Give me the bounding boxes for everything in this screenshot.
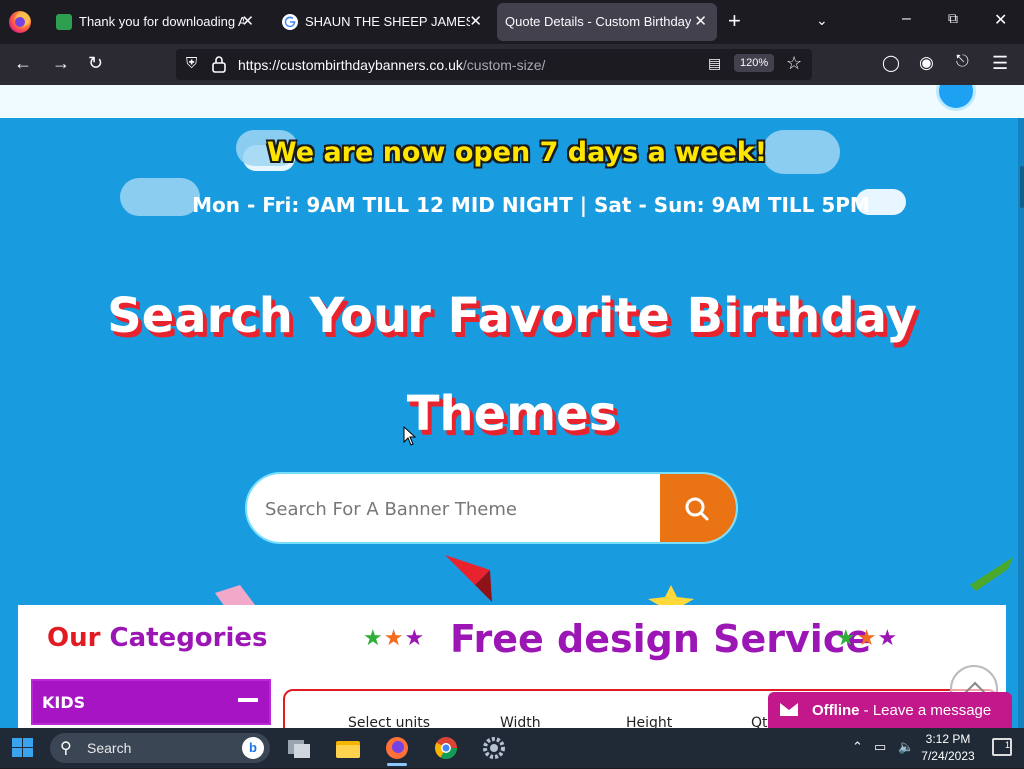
tracking-shield-icon[interactable]: ⛨	[186, 55, 197, 72]
restore-icon[interactable]: ⧉	[948, 10, 958, 27]
task-view-icon[interactable]	[280, 732, 320, 764]
theme-search-box	[245, 472, 738, 544]
hero-line-1: Search Your Favorite Birthday	[107, 288, 917, 344]
taskbar-search[interactable]: ⚲ Search b	[50, 733, 270, 763]
live-chat-offline-button[interactable]: Offline - Leave a message	[768, 692, 1012, 728]
pocket-icon[interactable]: ◯	[882, 53, 900, 73]
taskbar-search-label: Search	[87, 740, 132, 756]
back-arrow-icon[interactable]: ←	[14, 53, 32, 74]
windows-start-icon[interactable]	[12, 738, 34, 758]
google-favicon-icon	[282, 14, 298, 30]
select-units-header: Select units	[348, 715, 431, 728]
confetti-decoration	[215, 585, 255, 607]
navigation-toolbar: ← → ↻ ⛨ https://custombirthdaybanners.co…	[0, 44, 1024, 85]
top-header-strip	[0, 85, 1024, 118]
menu-hamburger-icon[interactable]: ☰	[992, 53, 1008, 74]
close-window-icon[interactable]: ✕	[994, 10, 1007, 30]
open-days-banner: We are now open 7 days a week!	[266, 137, 768, 168]
file-explorer-icon[interactable]	[328, 732, 368, 764]
url-text[interactable]: https://custombirthdaybanners.co.uk/cust…	[238, 57, 545, 73]
theme-search-input[interactable]	[265, 494, 645, 524]
list-all-tabs-chevron-icon[interactable]: ⌄	[816, 12, 828, 29]
mouse-cursor-icon	[403, 426, 417, 446]
search-icon: ⚲	[60, 740, 72, 757]
firefox-taskbar-icon[interactable]	[377, 732, 417, 766]
free-design-title: Free design Service	[450, 617, 872, 661]
search-button[interactable]	[660, 474, 736, 542]
close-tab-icon[interactable]: ✕	[469, 12, 482, 30]
category-kids[interactable]: KIDS	[31, 679, 271, 725]
notification-center-icon[interactable]: 1	[992, 738, 1012, 756]
forward-arrow-icon[interactable]: →	[52, 53, 70, 74]
close-tab-icon[interactable]: ✕	[694, 12, 707, 30]
windows-taskbar: ⚲ Search b ⌃ ▭ 🔈 3:12 PM 7/24/2023 1	[0, 728, 1024, 768]
minimize-icon[interactable]: –	[902, 10, 911, 28]
categories-title: Our Categories	[47, 623, 268, 653]
reload-icon[interactable]: ↻	[88, 53, 103, 74]
opening-hours: Mon - Fri: 9AM TILL 12 MID NIGHT | Sat -…	[192, 193, 870, 217]
tab-shaun-the-sheep[interactable]: SHAUN THE SHEEP JAMES BIRH ✕	[270, 3, 492, 41]
hero-line-2: Themes	[406, 386, 618, 442]
tab-title: Quote Details - Custom Birthday Ba	[505, 14, 691, 29]
firefox-icon[interactable]	[9, 11, 31, 33]
search-icon	[685, 497, 709, 521]
close-tab-icon[interactable]: ✕	[241, 12, 254, 30]
bookmark-star-icon[interactable]: ☆	[786, 53, 802, 74]
network-icon[interactable]: ▭	[874, 739, 886, 755]
tab-title: SHAUN THE SHEEP JAMES BIRH	[305, 14, 470, 29]
system-clock[interactable]: 3:12 PM 7/24/2023	[918, 731, 978, 765]
green-y-favicon-icon	[56, 14, 72, 30]
show-hidden-icons-chevron-icon[interactable]: ⌃	[852, 739, 863, 755]
category-label: KIDS	[42, 693, 86, 712]
new-tab-button[interactable]: +	[728, 8, 741, 34]
bing-icon[interactable]: b	[242, 737, 264, 759]
hero-heading: Search Your Favorite Birthday Themes	[0, 267, 1024, 463]
confetti-decoration	[648, 585, 694, 607]
settings-gear-icon[interactable]	[474, 732, 514, 764]
stars-decoration-left: ★★★	[363, 625, 426, 650]
chrome-icon[interactable]	[426, 732, 466, 764]
tab-download[interactable]: Thank you for downloading Ad ✕	[44, 3, 264, 41]
tab-bar: Thank you for downloading Ad ✕ SHAUN THE…	[0, 0, 1024, 44]
clock-date: 7/24/2023	[921, 749, 975, 763]
tab-quote-details[interactable]: Quote Details - Custom Birthday Ba ✕	[497, 3, 717, 41]
web-page: We are now open 7 days a week! Mon - Fri…	[0, 85, 1024, 728]
envelope-icon	[780, 703, 798, 716]
reader-view-icon[interactable]: ▤	[708, 55, 721, 72]
zoom-level-badge[interactable]: 120%	[734, 54, 775, 72]
extensions-icon[interactable]: ⎋	[956, 53, 969, 71]
clock-time: 3:12 PM	[925, 732, 971, 746]
account-icon[interactable]: ◉	[919, 53, 934, 73]
confetti-decoration	[970, 557, 1013, 591]
confetti-decoration	[445, 555, 492, 602]
volume-icon[interactable]: 🔈	[898, 739, 914, 755]
height-header: Height	[626, 715, 673, 728]
tab-title: Thank you for downloading Ad	[79, 14, 244, 29]
address-bar[interactable]: ⛨ https://custombirthdaybanners.co.uk/cu…	[176, 49, 812, 80]
stars-decoration-right: ★★★	[836, 625, 899, 650]
width-header: Width	[500, 715, 541, 728]
quantity-header: Qt	[751, 715, 768, 728]
lock-icon[interactable]	[212, 55, 226, 73]
collapse-minus-icon[interactable]	[238, 698, 258, 702]
chat-label: Offline - Leave a message	[812, 702, 992, 719]
